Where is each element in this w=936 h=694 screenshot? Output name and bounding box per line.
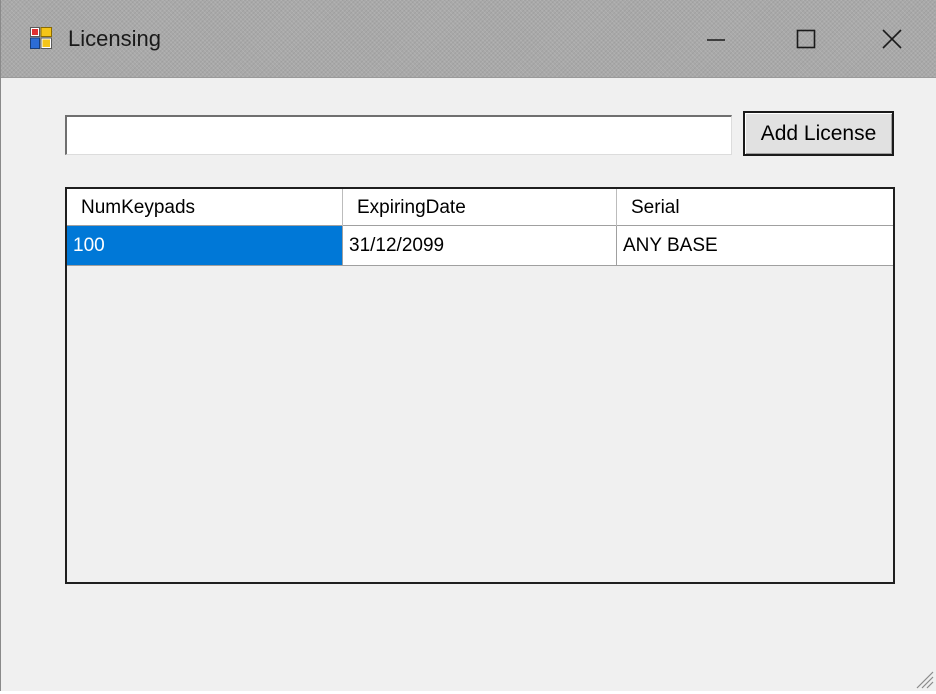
licensing-window: Licensing Add License NumKeypads Expirin… bbox=[0, 0, 936, 691]
minimize-button[interactable] bbox=[671, 0, 761, 78]
cell-expiringdate[interactable]: 31/12/2099 bbox=[343, 226, 617, 265]
close-icon bbox=[882, 29, 902, 49]
cell-serial[interactable]: ANY BASE bbox=[617, 226, 893, 265]
maximize-button[interactable] bbox=[761, 0, 851, 78]
title-bar[interactable]: Licensing bbox=[1, 0, 936, 78]
close-button[interactable] bbox=[847, 0, 936, 78]
license-grid[interactable]: NumKeypads ExpiringDate Serial 100 31/12… bbox=[65, 187, 895, 584]
window-title: Licensing bbox=[68, 26, 161, 51]
add-license-button[interactable]: Add License bbox=[743, 111, 894, 156]
app-window-icon bbox=[30, 27, 52, 49]
column-header-expiringdate[interactable]: ExpiringDate bbox=[343, 189, 617, 226]
cell-numkeypads[interactable]: 100 bbox=[67, 226, 343, 265]
license-key-input[interactable] bbox=[65, 115, 732, 155]
column-header-numkeypads[interactable]: NumKeypads bbox=[67, 189, 343, 226]
column-header-serial[interactable]: Serial bbox=[617, 189, 893, 226]
grid-header: NumKeypads ExpiringDate Serial bbox=[67, 189, 893, 226]
minimize-icon bbox=[707, 39, 725, 41]
table-row[interactable]: 100 31/12/2099 ANY BASE bbox=[67, 226, 893, 266]
resize-grip-icon[interactable] bbox=[912, 667, 934, 689]
maximize-icon bbox=[796, 29, 816, 49]
